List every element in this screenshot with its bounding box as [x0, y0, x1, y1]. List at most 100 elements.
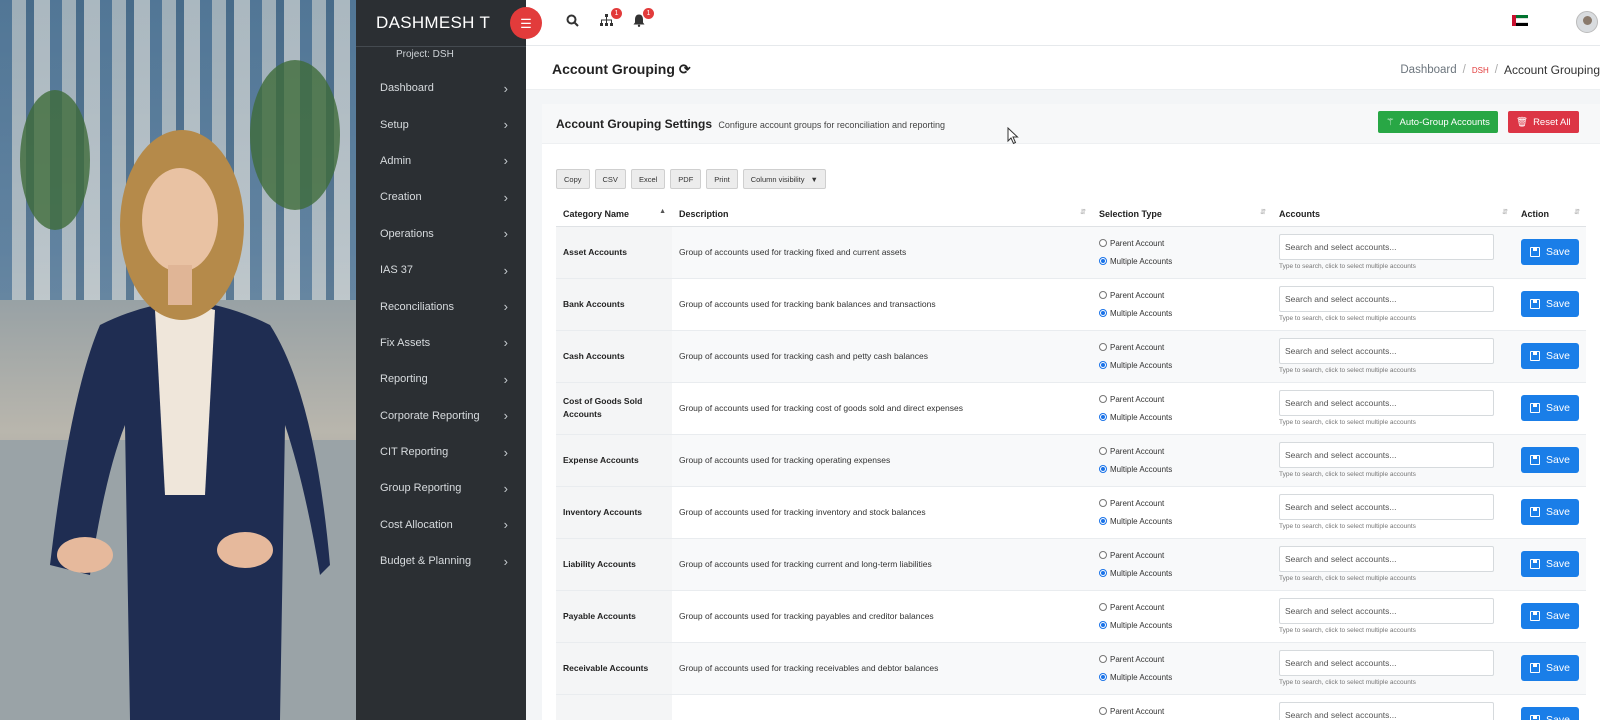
sidebar-item-label: Creation [380, 191, 422, 204]
radio-multiple-accounts[interactable]: Multiple Accounts [1099, 304, 1265, 322]
radio-icon[interactable] [1099, 239, 1107, 247]
excel-button[interactable]: Excel [630, 169, 666, 189]
save-button[interactable]: Save [1521, 343, 1579, 369]
pdf-button[interactable]: PDF [670, 169, 702, 189]
sidebar-item-group-reporting[interactable]: Group Reporting › [356, 470, 526, 506]
radio-parent-account[interactable]: Parent Account [1099, 546, 1265, 564]
column-visibility-button[interactable]: Column visibility ▼ [742, 169, 826, 189]
save-button[interactable]: Save [1521, 499, 1579, 525]
radio-selected-icon[interactable] [1099, 257, 1107, 265]
copy-button[interactable]: Copy [556, 169, 590, 189]
save-button[interactable]: Save [1521, 707, 1579, 720]
sidebar-item-setup[interactable]: Setup › [356, 106, 526, 142]
sidebar-item-operations[interactable]: Operations › [356, 216, 526, 252]
radio-icon[interactable] [1099, 499, 1107, 507]
accounts-search-input[interactable]: Search and select accounts... [1279, 702, 1494, 720]
sidebar-toggle-button[interactable]: ☰ [510, 7, 542, 39]
radio-icon[interactable] [1099, 395, 1107, 403]
radio-multiple-accounts[interactable]: Multiple Accounts [1099, 408, 1265, 426]
radio-multiple-accounts[interactable]: Multiple Accounts [1099, 668, 1265, 686]
radio-selected-icon[interactable] [1099, 465, 1107, 473]
radio-multiple-accounts[interactable]: Multiple Accounts [1099, 616, 1265, 634]
radio-icon[interactable] [1099, 343, 1107, 351]
radio-selected-icon[interactable] [1099, 517, 1107, 525]
column-header-action[interactable]: Action ⇵ [1514, 202, 1586, 227]
accounts-search-input[interactable]: Search and select accounts... [1279, 598, 1494, 624]
save-button[interactable]: Save [1521, 551, 1579, 577]
radio-parent-account[interactable]: Parent Account [1099, 702, 1265, 720]
radio-parent-account[interactable]: Parent Account [1099, 494, 1265, 512]
sidebar-item-reporting[interactable]: Reporting › [356, 361, 526, 397]
radio-multiple-accounts[interactable]: Multiple Accounts [1099, 356, 1265, 374]
radio-parent-account[interactable]: Parent Account [1099, 338, 1265, 356]
radio-multiple-accounts[interactable]: Multiple Accounts [1099, 460, 1265, 478]
accounts-search-input[interactable]: Search and select accounts... [1279, 494, 1494, 520]
accounts-search-input[interactable]: Search and select accounts... [1279, 546, 1494, 572]
sidebar-item-cost-allocation[interactable]: Cost Allocation › [356, 507, 526, 543]
auto-group-button[interactable]: ⚚ Auto-Group Accounts [1378, 111, 1498, 133]
save-button[interactable]: Save [1521, 239, 1579, 265]
radio-selected-icon[interactable] [1099, 361, 1107, 369]
column-header-accounts[interactable]: Accounts ⇵ [1272, 202, 1514, 227]
sidebar-item-cit-reporting[interactable]: CIT Reporting › [356, 434, 526, 470]
radio-parent-account[interactable]: Parent Account [1099, 234, 1265, 252]
radio-selected-icon[interactable] [1099, 309, 1107, 317]
search-icon[interactable] [566, 14, 579, 30]
breadcrumb-project[interactable]: DSH [1472, 66, 1489, 75]
network-icon[interactable]: 1 [600, 8, 622, 30]
column-header-selection-type[interactable]: Selection Type ⇵ [1092, 202, 1272, 227]
avatar[interactable] [1576, 11, 1598, 33]
sidebar-item-admin[interactable]: Admin › [356, 143, 526, 179]
radio-selected-icon[interactable] [1099, 569, 1107, 577]
refresh-icon[interactable]: ⟳ [679, 61, 691, 77]
radio-multiple-accounts[interactable]: Multiple Accounts [1099, 252, 1265, 270]
radio-parent-account[interactable]: Parent Account [1099, 650, 1265, 668]
sidebar-item-fix-assets[interactable]: Fix Assets › [356, 325, 526, 361]
breadcrumb-home[interactable]: Dashboard [1400, 64, 1456, 76]
uae-flag-icon[interactable] [1512, 15, 1528, 26]
print-button[interactable]: Print [706, 169, 738, 189]
radio-selected-icon[interactable] [1099, 673, 1107, 681]
sidebar-item-budget-planning[interactable]: Budget & Planning › [356, 543, 526, 579]
sidebar-item-corporate-reporting[interactable]: Corporate Reporting › [356, 398, 526, 434]
radio-icon[interactable] [1099, 447, 1107, 455]
main-content: Account Grouping Settings Configure acco… [526, 90, 1600, 720]
radio-multiple-accounts[interactable]: Multiple Accounts [1099, 564, 1265, 582]
column-header-description[interactable]: Description ⇵ [672, 202, 1092, 227]
save-button[interactable]: Save [1521, 603, 1579, 629]
radio-icon[interactable] [1099, 655, 1107, 663]
radio-selected-icon[interactable] [1099, 621, 1107, 629]
sidebar-item-dashboard[interactable]: Dashboard › [356, 70, 526, 106]
radio-selected-icon[interactable] [1099, 413, 1107, 421]
radio-icon[interactable] [1099, 551, 1107, 559]
radio-parent-account[interactable]: Parent Account [1099, 442, 1265, 460]
sidebar-item-ias37[interactable]: IAS 37 › [356, 252, 526, 288]
reset-all-button[interactable]: 🗑 Reset All [1508, 111, 1579, 133]
save-button[interactable]: Save [1521, 447, 1579, 473]
radio-parent-account[interactable]: Parent Account [1099, 598, 1265, 616]
radio-icon[interactable] [1099, 603, 1107, 611]
brand-name[interactable]: DASHMESH T [356, 0, 526, 46]
bell-icon[interactable]: 1 [633, 8, 654, 30]
column-header-category[interactable]: Category Name ▲ [556, 202, 672, 227]
radio-multiple-accounts[interactable]: Multiple Accounts [1099, 512, 1265, 530]
accounts-search-input[interactable]: Search and select accounts... [1279, 234, 1494, 260]
accounts-search-input[interactable]: Search and select accounts... [1279, 442, 1494, 468]
save-button[interactable]: Save [1521, 395, 1579, 421]
radio-icon[interactable] [1099, 291, 1107, 299]
accounts-search-input[interactable]: Search and select accounts... [1279, 650, 1494, 676]
accounts-search-input[interactable]: Search and select accounts... [1279, 286, 1494, 312]
sidebar-item-reconciliations[interactable]: Reconciliations › [356, 288, 526, 324]
sidebar-item-creation[interactable]: Creation › [356, 179, 526, 215]
table-row: Liability Accounts Group of accounts use… [556, 538, 1586, 591]
save-button[interactable]: Save [1521, 655, 1579, 681]
radio-parent-account[interactable]: Parent Account [1099, 390, 1265, 408]
accounts-search-input[interactable]: Search and select accounts... [1279, 338, 1494, 364]
csv-button[interactable]: CSV [594, 169, 626, 189]
accounts-search-input[interactable]: Search and select accounts... [1279, 390, 1494, 416]
save-button[interactable]: Save [1521, 291, 1579, 317]
radio-icon[interactable] [1099, 707, 1107, 715]
sidebar-item-label: IAS 37 [380, 264, 414, 277]
radio-parent-account[interactable]: Parent Account [1099, 286, 1265, 304]
selection-type: Parent Account Multiple Accounts [1092, 538, 1272, 591]
